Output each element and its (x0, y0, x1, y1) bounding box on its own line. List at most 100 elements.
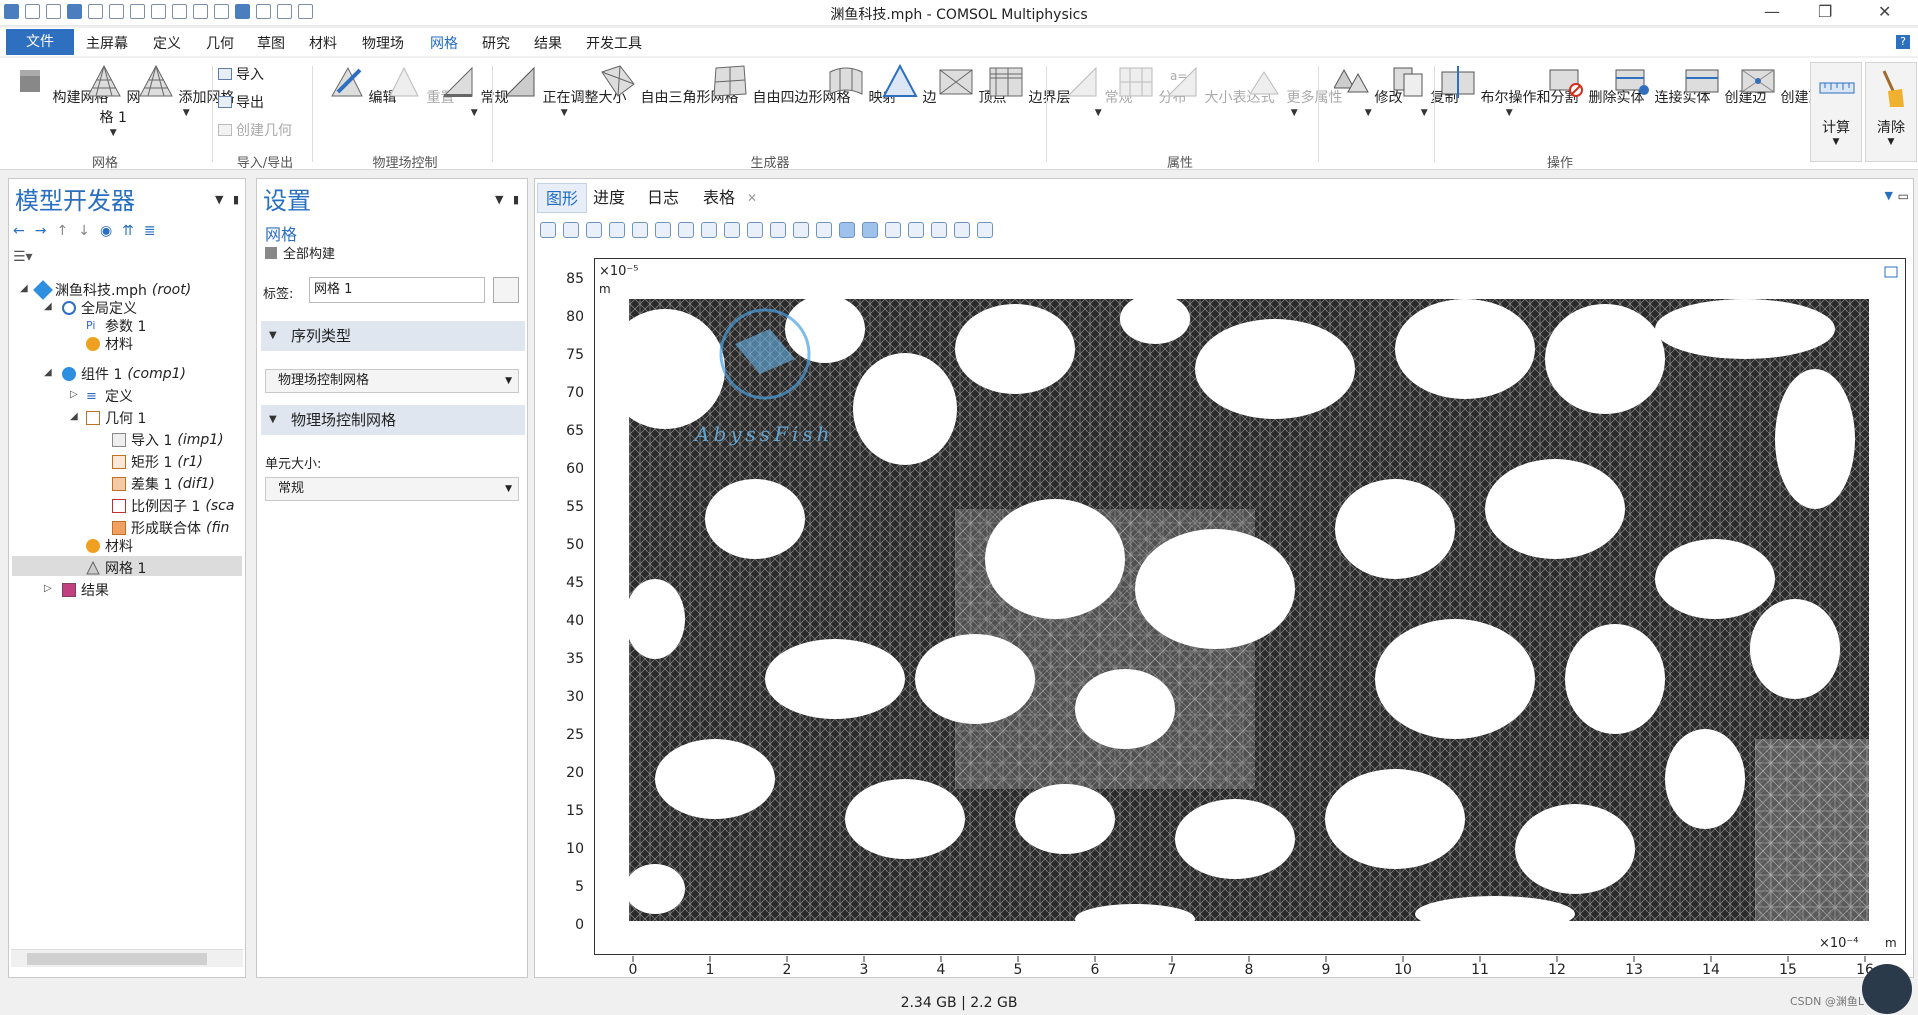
show-hide-icon[interactable] (816, 222, 832, 238)
y-tick-label: 25 (566, 727, 584, 743)
tree-item-difference[interactable]: 差集 1 (dif1) (112, 474, 215, 494)
export-button[interactable]: 导出 (218, 92, 264, 112)
menu-definitions[interactable]: 定义 (153, 33, 181, 53)
tree-item-component[interactable]: 组件 1 (comp1) (62, 364, 186, 384)
label-reset-icon[interactable] (493, 277, 519, 303)
tree-item-import[interactable]: 导入 1 (imp1) (112, 430, 224, 450)
tree-item-materials[interactable]: 材料 (86, 536, 133, 556)
panel-menu-icon[interactable]: ▼ (215, 193, 223, 206)
tree-item-results[interactable]: 结果 (62, 580, 109, 600)
zoom-box-icon[interactable] (586, 222, 602, 238)
panel-pin-icon[interactable]: ▮ (233, 193, 239, 206)
clear-selection-icon[interactable] (770, 222, 786, 238)
tree-toggle-collapsed[interactable]: ▷ (44, 583, 52, 594)
forward-arrow-icon[interactable]: → (35, 223, 47, 239)
tree-item-form-union[interactable]: 形成联合体 (fin (112, 518, 229, 538)
sequence-type-select[interactable]: 物理场控制网格 (265, 369, 519, 393)
normal-size-button[interactable]: 常规 ▼ (440, 64, 508, 118)
tree-toggle-expanded[interactable]: ◢ (70, 411, 78, 422)
print-icon[interactable] (977, 222, 993, 238)
physics-controlled-section[interactable]: 物理场控制网格 (261, 405, 525, 435)
scene-light-icon[interactable] (885, 222, 901, 238)
tree-toggle-expanded[interactable]: ◢ (44, 367, 52, 378)
tree-horizontal-scrollbar[interactable] (11, 949, 243, 967)
panel-menu-icon[interactable]: ▼ (1885, 189, 1893, 202)
image-snapshot-icon[interactable] (954, 222, 970, 238)
wireframe-icon[interactable] (839, 222, 855, 238)
tab-log[interactable]: 日志 (639, 183, 687, 213)
back-arrow-icon[interactable]: ← (13, 223, 25, 239)
tab-progress[interactable]: 进度 (585, 183, 633, 213)
rectangle-icon (112, 455, 126, 469)
results-icon (62, 583, 76, 597)
menu-sketch[interactable]: 草图 (257, 33, 285, 53)
collapse-icon[interactable]: ≣ (144, 223, 156, 239)
mesh1-button[interactable]: 网格 1 ▼ (86, 64, 140, 138)
tree-options-icon[interactable]: ☰▾ (13, 249, 33, 265)
zoom-out-icon[interactable] (563, 222, 579, 238)
tree-item-rectangle[interactable]: 矩形 1 (r1) (112, 452, 203, 472)
import-button[interactable]: 导入 (218, 64, 264, 84)
menu-results[interactable]: 结果 (534, 33, 562, 53)
menu-developer[interactable]: 开发工具 (586, 33, 642, 53)
up-arrow-icon[interactable]: ↑ (56, 223, 68, 239)
selection-mode-icon[interactable] (678, 222, 694, 238)
reset-view-icon[interactable] (931, 222, 947, 238)
floating-logo-icon[interactable] (1862, 964, 1912, 1014)
tree-item-global-materials[interactable]: 材料 (86, 334, 133, 354)
element-size-select[interactable]: 常规 (265, 477, 519, 501)
minimize-button[interactable]: — (1764, 2, 1780, 21)
tree-item-mesh[interactable]: 网格 1 (86, 558, 146, 578)
axes-orientation-icon[interactable] (655, 222, 671, 238)
panel-menu-icon[interactable]: ▼ (495, 193, 503, 206)
more-attributes-button[interactable]: 更多属性 ▼ (1246, 64, 1342, 118)
menu-mesh[interactable]: 网格 (430, 33, 458, 53)
mesh-render-icon[interactable] (862, 222, 878, 238)
tree-item-tag: (sca (205, 498, 235, 514)
create-geometry-button[interactable]: 创建几何 (218, 120, 292, 140)
tree-item-global-definitions[interactable]: 全局定义 (62, 298, 137, 318)
tree-toggle-expanded[interactable]: ◢ (44, 301, 52, 312)
tree-item-geometry[interactable]: 几何 1 (86, 408, 146, 428)
close-button[interactable]: ✕ (1878, 2, 1891, 21)
select-domains-icon[interactable] (747, 222, 763, 238)
show-icon[interactable]: ◉ (100, 223, 112, 239)
down-arrow-icon[interactable]: ↓ (78, 223, 90, 239)
panel-pin-icon[interactable]: ▮ (513, 193, 519, 206)
build-all-button[interactable]: 全部构建 (265, 243, 335, 262)
tree-item-definitions[interactable]: ≡ 定义 (86, 386, 133, 406)
expand-icon[interactable]: ⇈ (122, 223, 134, 239)
restore-button[interactable]: ❐ (1818, 2, 1832, 21)
select-all-icon[interactable] (724, 222, 740, 238)
zoom-in-icon[interactable] (540, 222, 556, 238)
tree-toggle-collapsed[interactable]: ▷ (70, 389, 78, 400)
zoom-extents-icon[interactable] (609, 222, 625, 238)
menu-study[interactable]: 研究 (482, 33, 510, 53)
tree-item-root[interactable]: 渊鱼科技.mph (root) (33, 280, 191, 300)
help-button[interactable]: ? (1896, 35, 1910, 49)
tab-table[interactable]: 表格 (695, 183, 743, 213)
menu-physics[interactable]: 物理场 (362, 33, 404, 53)
tab-close-icon[interactable]: ✕ (747, 191, 757, 205)
compute-button[interactable]: 计算 ▼ (1810, 62, 1862, 162)
label-input[interactable]: 网格 1 (309, 277, 485, 303)
pan-icon[interactable] (632, 222, 648, 238)
transparency-icon[interactable] (908, 222, 924, 238)
file-menu-button[interactable]: 文件 (6, 29, 74, 55)
sequence-type-section[interactable]: 序列类型 (261, 321, 525, 351)
select-box-icon[interactable] (701, 222, 717, 238)
edge-button[interactable]: 边 (882, 63, 936, 107)
menu-materials[interactable]: 材料 (309, 33, 337, 53)
tree-item-scale[interactable]: 比例因子 1 (sca (112, 496, 234, 516)
clear-button[interactable]: 清除 ▼ (1865, 62, 1917, 162)
tab-graphics[interactable]: 图形 (537, 183, 588, 213)
import-icon (218, 68, 232, 80)
tree-item-parameters[interactable]: Pi 参数 1 (86, 316, 146, 336)
hide-icon[interactable] (793, 222, 809, 238)
tree-toolbar: ← → ↑ ↓ ◉ ⇈ ≣ (13, 223, 156, 239)
boundary-layer-button[interactable]: 边界层 (988, 64, 1070, 107)
menu-home[interactable]: 主屏幕 (86, 33, 128, 53)
menu-geometry[interactable]: 几何 (206, 33, 234, 53)
panel-maximize-icon[interactable]: ▭ (1898, 189, 1909, 203)
tree-toggle-expanded[interactable]: ◢ (20, 283, 28, 294)
